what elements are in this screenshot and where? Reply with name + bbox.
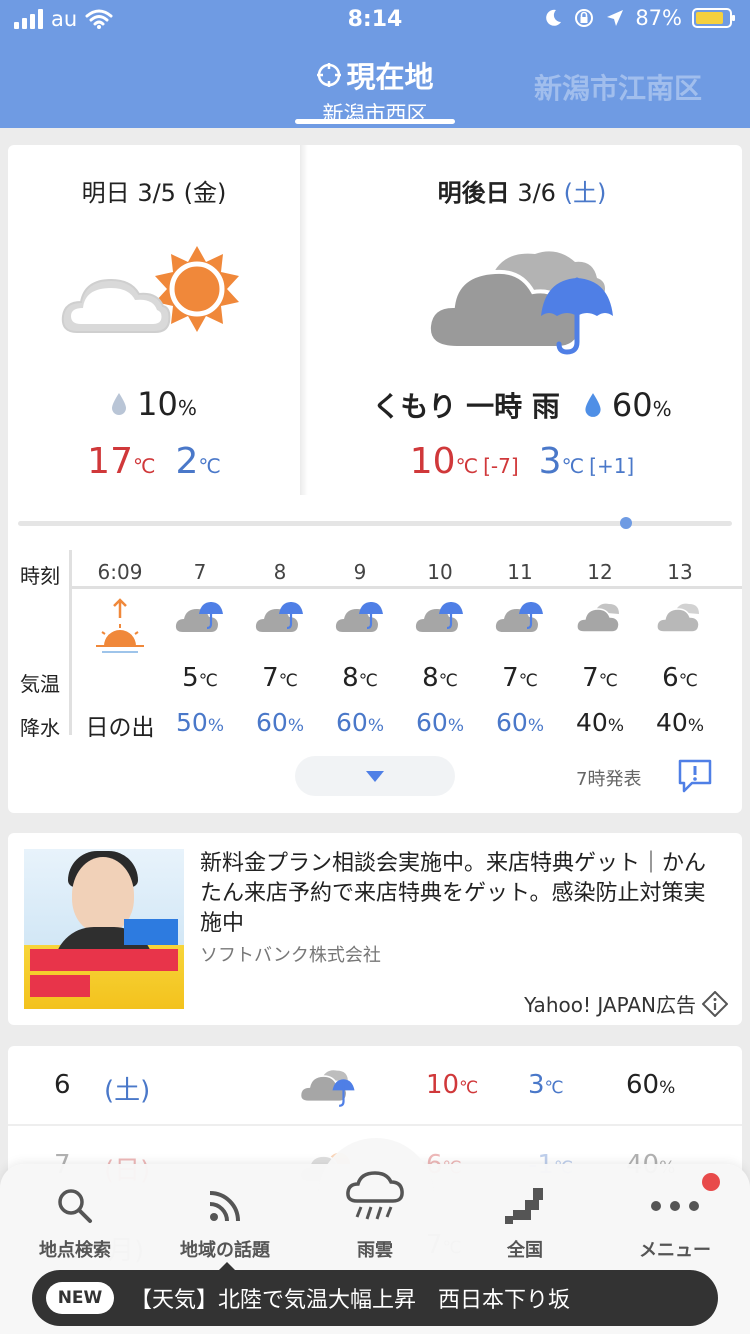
news-ticker[interactable]: NEW 【天気】北陸で気温大幅上昇 西日本下り坂 <box>32 1270 718 1326</box>
cloud-rain-umbrella-icon <box>426 251 613 355</box>
chevron-down-icon <box>366 771 384 782</box>
search-icon <box>58 1189 92 1223</box>
day-after-high: 10 <box>409 441 456 482</box>
issued-time: 7時発表 <box>576 769 642 790</box>
rss-icon <box>209 1191 240 1222</box>
notification-dot <box>702 1173 720 1191</box>
cloud-umbrella-icon <box>175 602 223 632</box>
cloud-umbrella-icon <box>299 1070 355 1107</box>
crosshair-icon <box>317 63 342 87</box>
weekly-row[interactable]: 6 (土) 10℃ 3℃ 60% <box>8 1046 742 1126</box>
cloud-sun-icon <box>61 246 239 333</box>
nav-menu[interactable]: メニュー <box>615 1178 735 1262</box>
ad-card[interactable]: 新料金プラン相談会実施中。来店特典ゲット｜かんたん来店予約で来店特典をゲット。感… <box>8 833 742 1025</box>
time-row-label: 時刻 <box>20 564 60 588</box>
day-after-weather: くもり 一時 雨 <box>372 390 560 423</box>
rain-cloud-icon <box>346 1171 404 1220</box>
info-diamond-icon <box>702 990 728 1017</box>
ticker-text: 【天気】北陸で気温大幅上昇 西日本下り坂 <box>130 1288 571 1313</box>
day-after-pop: 60 <box>611 386 653 424</box>
new-badge: NEW <box>46 1282 114 1314</box>
ad-image[interactable] <box>24 849 184 1009</box>
forecast-card: 明日 3/5 (金) 10% 17℃ 2℃ 明後日 3/6 (土) くもり 一時… <box>8 145 742 813</box>
hourly-row-labels: 時刻 気温 降水 <box>8 550 72 740</box>
raindrop-icon <box>112 393 127 415</box>
battery-percent: 87% <box>635 6 682 30</box>
tomorrow-high: 17 <box>87 441 133 482</box>
cloud-umbrella-icon <box>255 602 303 632</box>
ad-label[interactable]: Yahoo! JAPAN広告 <box>524 989 728 1018</box>
japan-map-icon <box>505 1188 543 1224</box>
high-diff: [-7] <box>483 454 519 478</box>
day-after-forecast[interactable]: 明後日 3/6 (土) くもり 一時 雨 60% 10℃ [-7] 3℃ [+1… <box>302 145 742 495</box>
current-location-label: 現在地 <box>346 60 434 94</box>
more-icon <box>651 1201 699 1211</box>
active-tab-indicator <box>295 119 455 124</box>
expand-hourly-button[interactable] <box>295 756 455 796</box>
tomorrow-low: 2 <box>175 441 199 482</box>
ad-headline[interactable]: 新料金プラン相談会実施中。来店特典ゲット｜かんたん来店予約で来店特典をゲット。感… <box>200 849 720 939</box>
raindrop-icon <box>585 393 601 417</box>
cloud-umbrella-icon <box>495 602 543 632</box>
tab-next-location[interactable]: 新潟市江南区 <box>534 67 702 107</box>
day-after-low: 3 <box>538 441 562 482</box>
cloud-umbrella-icon <box>335 602 383 632</box>
cloud-icon <box>656 603 700 633</box>
day-title: 明日 3/5 (金) <box>81 179 227 207</box>
hourly-divider <box>72 586 742 589</box>
ad-company: ソフトバンク株式会社 <box>200 945 381 966</box>
hourly-scroll-thumb[interactable] <box>620 517 632 529</box>
tomorrow-forecast[interactable]: 明日 3/5 (金) 10% 17℃ 2℃ <box>8 145 300 495</box>
moon-icon <box>546 9 562 26</box>
temp-row-label: 気温 <box>20 672 60 696</box>
feedback-icon[interactable] <box>676 757 714 795</box>
cloud-umbrella-icon <box>415 602 463 632</box>
battery-icon <box>692 8 735 28</box>
status-bar: au 8:14 87% <box>0 0 750 42</box>
sunrise-icon <box>96 598 144 653</box>
cloud-icon <box>576 603 620 633</box>
nav-nationwide[interactable]: 全国 <box>465 1178 585 1262</box>
location-arrow-icon <box>607 10 624 26</box>
tab-current-location[interactable]: 現在地 新潟市西区 <box>295 54 455 128</box>
low-diff: [+1] <box>589 454 635 478</box>
nav-local-topics[interactable]: 地域の話題 <box>165 1178 285 1262</box>
nav-rain-radar[interactable]: 雨雲 <box>315 1171 435 1262</box>
hourly-forecast[interactable]: 時刻 気温 降水 6:09 日の出 7 5℃ 50% 8 7℃ 60% 9 8℃… <box>8 550 742 741</box>
nav-search[interactable]: 地点検索 <box>15 1178 135 1262</box>
day-title: 明後日 3/6 (土) <box>437 179 607 207</box>
precip-row-label: 降水 <box>20 716 60 740</box>
rotation-lock-icon <box>575 9 594 27</box>
tomorrow-pop: 10 <box>137 385 178 423</box>
app-header: au 8:14 87% 現在地 新潟市西区 新潟市江南区 <box>0 0 750 128</box>
